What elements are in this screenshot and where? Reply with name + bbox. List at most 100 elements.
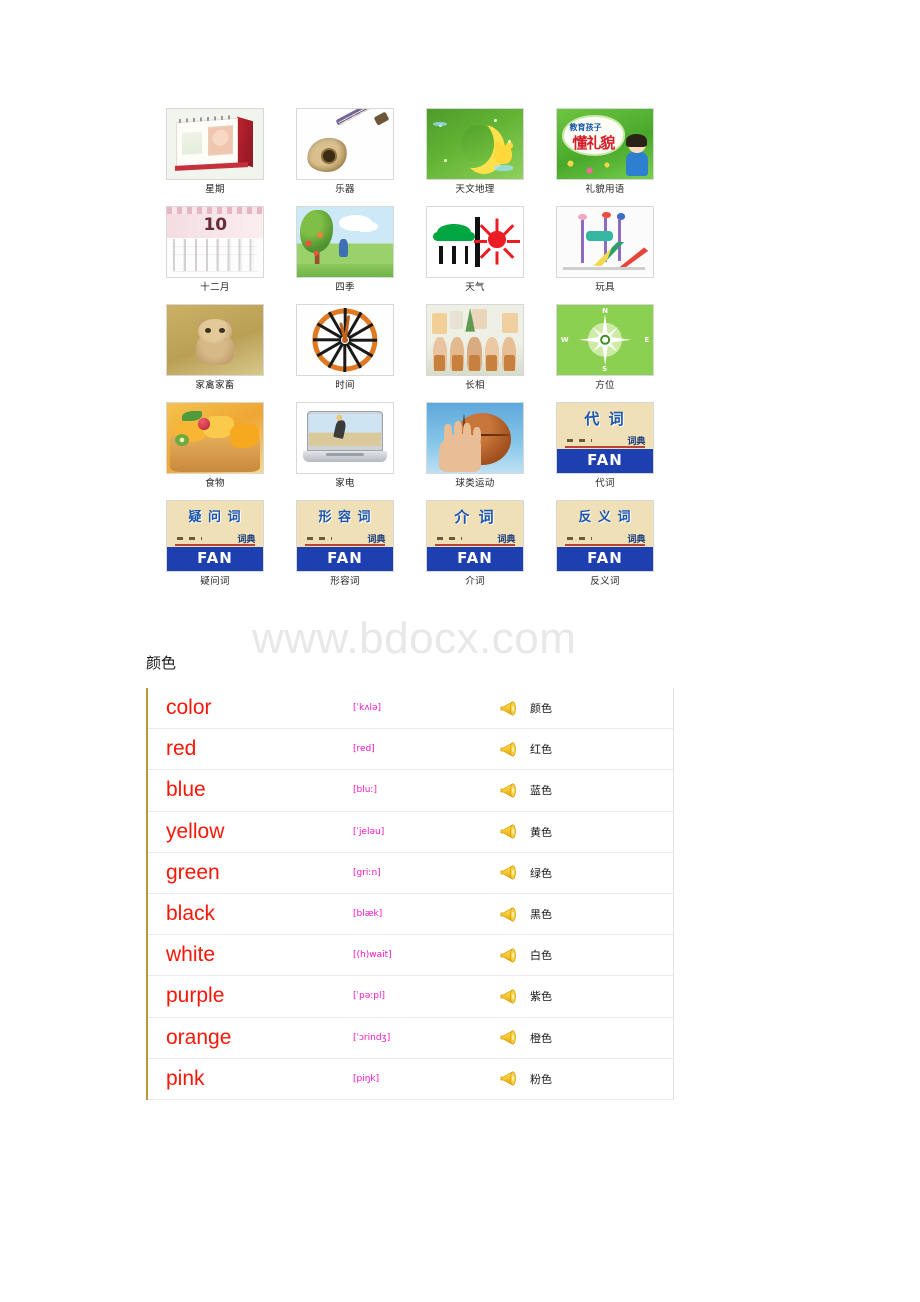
dictionary-cover-thumbnail[interactable]: 代 词词典 FAN <box>556 402 654 474</box>
month-calendar-photo-thumbnail[interactable]: 10 <box>166 206 264 278</box>
laptop-photo-thumbnail[interactable] <box>296 402 394 474</box>
thumbnail-item[interactable]: 球类运动 <box>410 402 540 500</box>
phonetic-transcription: [blæk] <box>353 909 383 920</box>
thumbnail-item[interactable]: 形 容 词词典 FAN 形容词 <box>280 500 410 598</box>
thumbnail-item[interactable]: 代 词词典 FAN 代词 <box>540 402 670 500</box>
english-word: black <box>166 902 216 926</box>
thumbnail-item[interactable]: N S W E 方位 <box>540 304 670 402</box>
english-word: color <box>166 696 212 720</box>
dictionary-brand: FAN <box>197 548 233 567</box>
childrens-book-cover-thumbnail[interactable]: 教育孩子 懂礼貌 <box>556 108 654 180</box>
thumbnail-caption: 代词 <box>595 478 615 489</box>
phonetic-transcription: [bluː] <box>353 785 377 796</box>
playground-toys-photo-thumbnail[interactable] <box>556 206 654 278</box>
acoustic-guitar-photo-thumbnail[interactable] <box>296 108 394 180</box>
speaker-icon[interactable] <box>488 783 530 798</box>
thumbnail-caption: 天文地理 <box>455 184 495 195</box>
thumbnail-item[interactable]: 长相 <box>410 304 540 402</box>
dictionary-cover-thumbnail[interactable]: 形 容 词词典 FAN <box>296 500 394 572</box>
thumbnail-row: 星期 乐器 天文地理 教育孩子 懂礼貌礼貌用语 <box>150 108 670 206</box>
thumbnail-item[interactable]: 10 十二月 <box>150 206 280 304</box>
thumbnail-caption: 星期 <box>205 184 225 195</box>
phonetic-transcription: [ˈɔrindʒ] <box>353 1032 391 1043</box>
speaker-icon[interactable] <box>488 824 530 839</box>
table-row: red [red] 红色 <box>148 729 673 771</box>
kitten-photo-thumbnail[interactable] <box>166 304 264 376</box>
dictionary-cover-thumbnail[interactable]: 反 义 词词典 FAN <box>556 500 654 572</box>
color-vocabulary-table: color [ˈkʌlə] 颜色 red [red] 红色 blue [bluː] 蓝色 yell… <box>146 688 674 1100</box>
dictionary-cover-thumbnail[interactable]: 介 词词典 FAN <box>426 500 524 572</box>
speaker-icon[interactable] <box>488 1030 530 1045</box>
dictionary-brand: FAN <box>587 548 623 567</box>
basketball-photo-thumbnail[interactable] <box>426 402 524 474</box>
dictionary-subtitle: 词典 <box>497 534 516 545</box>
thumbnail-grid: 星期 乐器 天文地理 教育孩子 懂礼貌礼貌用语 10 十二月 四季 天气 玩具家禽家畜 时间 长相 N S… <box>150 108 670 598</box>
fruit-tart-photo-thumbnail[interactable] <box>166 402 264 474</box>
chinese-translation: 颜色 <box>530 702 552 716</box>
figurines-photo-thumbnail[interactable] <box>426 304 524 376</box>
thumbnail-caption: 乐器 <box>335 184 355 195</box>
dictionary-subtitle: 词典 <box>627 534 646 545</box>
dictionary-cover-thumbnail[interactable]: 疑 问 词词典 FAN <box>166 500 264 572</box>
chinese-translation: 黄色 <box>530 825 552 839</box>
dictionary-brand: FAN <box>457 548 493 567</box>
thumbnail-item[interactable]: 四季 <box>280 206 410 304</box>
speaker-icon[interactable] <box>488 948 530 963</box>
speaker-icon[interactable] <box>488 989 530 1004</box>
thumbnail-item[interactable]: 玩具 <box>540 206 670 304</box>
crescent-moon-illustration-thumbnail[interactable] <box>426 108 524 180</box>
dictionary-title: 疑 问 词 <box>188 509 242 525</box>
thumbnail-item[interactable]: 反 义 词词典 FAN 反义词 <box>540 500 670 598</box>
thumbnail-caption: 礼貌用语 <box>585 184 625 195</box>
thumbnail-item[interactable]: 天气 <box>410 206 540 304</box>
thumbnail-item[interactable]: 家禽家畜 <box>150 304 280 402</box>
thumbnail-item[interactable]: 乐器 <box>280 108 410 206</box>
thumbnail-caption: 家禽家畜 <box>195 380 235 391</box>
thumbnail-item[interactable]: 星期 <box>150 108 280 206</box>
watermark-text: www.bdocx.com <box>252 614 577 663</box>
chinese-translation: 绿色 <box>530 866 552 880</box>
thumbnail-row: 家禽家畜 时间 长相 N S W E 方位 <box>150 304 670 402</box>
chinese-translation: 蓝色 <box>530 784 552 798</box>
thumbnail-caption: 反义词 <box>590 576 620 587</box>
dictionary-subtitle: 词典 <box>627 436 646 447</box>
thumbnail-caption: 玩具 <box>595 282 615 293</box>
thumbnail-caption: 长相 <box>465 380 485 391</box>
thumbnail-item[interactable]: 食物 <box>150 402 280 500</box>
speaker-icon[interactable] <box>488 906 530 922</box>
weather-pictogram-thumbnail[interactable] <box>426 206 524 278</box>
wall-clock-illustration-thumbnail[interactable] <box>296 304 394 376</box>
speaker-icon[interactable] <box>488 701 530 716</box>
table-row: green [griːn] 绿色 <box>148 853 673 894</box>
thumbnail-item[interactable]: 家电 <box>280 402 410 500</box>
thumbnail-caption: 食物 <box>205 478 225 489</box>
thumbnail-item[interactable]: 介 词词典 FAN 介词 <box>410 500 540 598</box>
thumbnail-caption: 时间 <box>335 380 355 391</box>
thumbnail-caption: 介词 <box>465 576 485 587</box>
speaker-icon[interactable] <box>488 1071 530 1086</box>
thumbnail-caption: 家电 <box>335 478 355 489</box>
table-row: purple [ˈpəːpl] 紫色 <box>148 976 673 1018</box>
four-seasons-illustration-thumbnail[interactable] <box>296 206 394 278</box>
thumbnail-item[interactable]: 教育孩子 懂礼貌礼貌用语 <box>540 108 670 206</box>
english-word: pink <box>166 1066 205 1090</box>
thumbnail-item[interactable]: 时间 <box>280 304 410 402</box>
thumbnail-item[interactable]: 天文地理 <box>410 108 540 206</box>
thumbnail-item[interactable]: 疑 问 词词典 FAN 疑问词 <box>150 500 280 598</box>
english-word: purple <box>166 984 225 1008</box>
dictionary-subtitle: 词典 <box>237 534 256 545</box>
speaker-icon[interactable] <box>488 742 530 757</box>
desk-calendar-photo-thumbnail[interactable] <box>166 108 264 180</box>
dictionary-brand: FAN <box>327 548 363 567</box>
table-row: yellow [ˈjeləu] 黄色 <box>148 812 673 853</box>
english-word: green <box>166 860 220 884</box>
dictionary-subtitle: 词典 <box>367 534 386 545</box>
chinese-translation: 黑色 <box>530 908 552 922</box>
phonetic-transcription: [ˈkʌlə] <box>353 703 382 714</box>
compass-rose-illustration-thumbnail[interactable]: NSWE <box>556 304 654 376</box>
thumbnail-caption: 疑问词 <box>200 576 230 587</box>
thumbnail-caption: 四季 <box>335 282 355 293</box>
english-word: white <box>166 943 216 967</box>
speaker-icon[interactable] <box>488 865 530 880</box>
table-row: color [ˈkʌlə] 颜色 <box>148 688 673 730</box>
